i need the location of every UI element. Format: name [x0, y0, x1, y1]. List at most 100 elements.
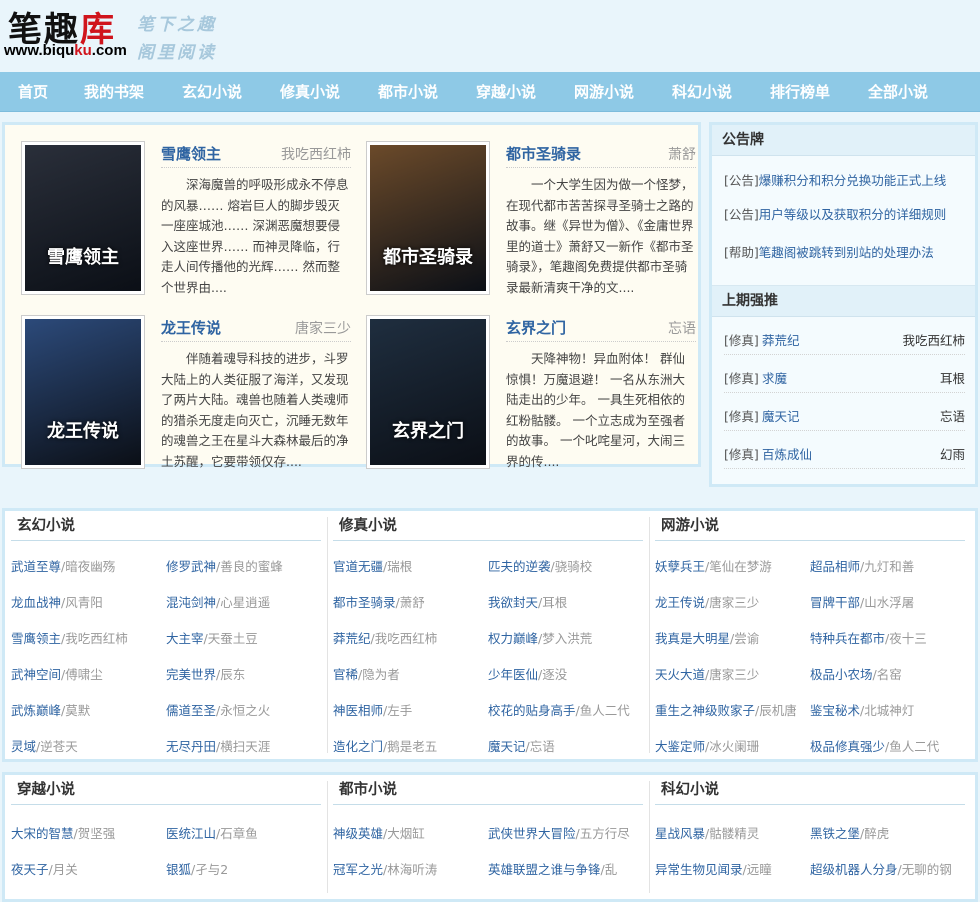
- author-link[interactable]: 逐没: [542, 667, 567, 682]
- book-link[interactable]: 官道无疆: [333, 559, 383, 574]
- author-link[interactable]: 永恒之火: [220, 703, 270, 718]
- book-title[interactable]: 龙王传说: [161, 317, 221, 338]
- book-link[interactable]: 造化之门: [333, 739, 383, 754]
- author-link[interactable]: 醉虎: [864, 826, 889, 841]
- author-link[interactable]: 暗夜幽殇: [65, 559, 115, 574]
- author-link[interactable]: 大烟缸: [387, 826, 425, 841]
- nav-item[interactable]: 我的书架: [84, 72, 144, 112]
- book-link[interactable]: 雪鹰领主: [11, 631, 61, 646]
- category-title[interactable]: 玄幻小说: [11, 511, 321, 541]
- book-link[interactable]: 银狐: [166, 862, 191, 877]
- book-link[interactable]: 神级英雄: [333, 826, 383, 841]
- author-link[interactable]: 心星逍遥: [220, 595, 270, 610]
- book-link[interactable]: 天火大道: [655, 667, 705, 682]
- book-link[interactable]: 重生之神级败家子: [655, 703, 755, 718]
- category-title[interactable]: 穿越小说: [11, 775, 321, 805]
- book-link[interactable]: 鉴宝秘术: [810, 703, 860, 718]
- book-link[interactable]: 龙血战神: [11, 595, 61, 610]
- nav-item[interactable]: 修真小说: [280, 72, 340, 112]
- book-link[interactable]: 超品相师: [810, 559, 860, 574]
- book-link[interactable]: 完美世界: [166, 667, 216, 682]
- author-link[interactable]: 远瞳: [747, 862, 772, 877]
- nav-item[interactable]: 玄幻小说: [182, 72, 242, 112]
- book-link[interactable]: 冠军之光: [333, 862, 383, 877]
- author-link[interactable]: 忘语: [530, 739, 555, 754]
- book-link[interactable]: 星战风暴: [655, 826, 705, 841]
- book-link[interactable]: 少年医仙: [488, 667, 538, 682]
- book-link[interactable]: 百炼成仙: [762, 444, 812, 463]
- author-link[interactable]: 瑞根: [387, 559, 412, 574]
- book-link[interactable]: 武神空间: [11, 667, 61, 682]
- author-link[interactable]: 山水浮屠: [864, 595, 914, 610]
- book-link[interactable]: 官稀: [333, 667, 358, 682]
- author-link[interactable]: 笔仙在梦游: [709, 559, 772, 574]
- author-link[interactable]: 辰机唐: [759, 703, 797, 718]
- book-link[interactable]: 武炼巅峰: [11, 703, 61, 718]
- book-title[interactable]: 都市圣骑录: [506, 143, 581, 164]
- nav-item[interactable]: 排行榜单: [770, 72, 830, 112]
- book-link[interactable]: 医统江山: [166, 826, 216, 841]
- author-link[interactable]: 骷髅精灵: [709, 826, 759, 841]
- author-link[interactable]: 萧舒: [400, 595, 425, 610]
- book-cover[interactable]: 玄界之门: [366, 315, 490, 469]
- book-link[interactable]: 混沌剑神: [166, 595, 216, 610]
- author-link[interactable]: 唐家三少: [709, 595, 759, 610]
- book-link[interactable]: 龙王传说: [655, 595, 705, 610]
- author-link[interactable]: 尝谕: [734, 631, 759, 646]
- author-link[interactable]: 林海听涛: [387, 862, 437, 877]
- author-link[interactable]: 左手: [387, 703, 412, 718]
- author-link[interactable]: 傅啸尘: [65, 667, 103, 682]
- author-link[interactable]: 乱: [605, 862, 618, 877]
- nav-item[interactable]: 全部小说: [868, 72, 928, 112]
- nav-item[interactable]: 都市小说: [378, 72, 438, 112]
- book-link[interactable]: 特种兵在都市: [810, 631, 885, 646]
- book-title[interactable]: 玄界之门: [506, 317, 566, 338]
- book-link[interactable]: 修罗武神: [166, 559, 216, 574]
- author-link[interactable]: 风青阳: [65, 595, 103, 610]
- book-link[interactable]: 校花的贴身高手: [488, 703, 576, 718]
- book-link[interactable]: 儒道至圣: [166, 703, 216, 718]
- book-link[interactable]: 黑铁之堡: [810, 826, 860, 841]
- author-link[interactable]: 月关: [53, 862, 78, 877]
- book-link[interactable]: 权力巅峰: [488, 631, 538, 646]
- book-author[interactable]: 唐家三少: [295, 318, 351, 338]
- author-link[interactable]: 名窑: [877, 667, 902, 682]
- category-title[interactable]: 都市小说: [333, 775, 643, 805]
- book-cover[interactable]: 雪鹰领主: [21, 141, 145, 295]
- book-link[interactable]: 英雄联盟之谁与争锋: [488, 862, 601, 877]
- author-link[interactable]: 耳根: [940, 368, 965, 387]
- book-link[interactable]: 匹夫的逆袭: [488, 559, 551, 574]
- author-link[interactable]: 善良的蜜蜂: [220, 559, 283, 574]
- book-link[interactable]: 大主宰: [166, 631, 204, 646]
- author-link[interactable]: 我吃西红柿: [375, 631, 438, 646]
- book-link[interactable]: 神医相师: [333, 703, 383, 718]
- author-link[interactable]: 石章鱼: [220, 826, 258, 841]
- author-link[interactable]: 贺坚强: [78, 826, 116, 841]
- notice-item[interactable]: [公告]用户等级以及获取积分的详细规则: [724, 204, 946, 223]
- author-link[interactable]: 鹅是老五: [387, 739, 437, 754]
- nav-item[interactable]: 科幻小说: [672, 72, 732, 112]
- author-link[interactable]: 忘语: [940, 406, 965, 425]
- book-link[interactable]: 大宋的智慧: [11, 826, 74, 841]
- author-link[interactable]: 北城神灯: [864, 703, 914, 718]
- author-link[interactable]: 无聊的钢: [902, 862, 952, 877]
- book-cover[interactable]: 龙王传说: [21, 315, 145, 469]
- book-link[interactable]: 超级机器人分身: [810, 862, 898, 877]
- book-link[interactable]: 灵域: [11, 739, 36, 754]
- book-link[interactable]: 武侠世界大冒险: [488, 826, 576, 841]
- author-link[interactable]: 横扫天涯: [220, 739, 270, 754]
- author-link[interactable]: 五方行尽: [580, 826, 630, 841]
- author-link[interactable]: 鱼人二代: [889, 739, 939, 754]
- book-link[interactable]: 我欲封天: [488, 595, 538, 610]
- book-link[interactable]: 大鉴定师: [655, 739, 705, 754]
- book-link[interactable]: 求魔: [762, 368, 787, 387]
- book-link[interactable]: 武道至尊: [11, 559, 61, 574]
- author-link[interactable]: 鱼人二代: [580, 703, 630, 718]
- book-link[interactable]: 魔天记: [488, 739, 526, 754]
- book-link[interactable]: 无尽丹田: [166, 739, 216, 754]
- author-link[interactable]: 莫默: [65, 703, 90, 718]
- author-link[interactable]: 幻雨: [940, 444, 965, 463]
- notice-item[interactable]: [公告]爆赚积分和积分兑换功能正式上线: [724, 170, 946, 189]
- book-link[interactable]: 莽荒纪: [333, 631, 371, 646]
- nav-item[interactable]: 首页: [18, 72, 48, 112]
